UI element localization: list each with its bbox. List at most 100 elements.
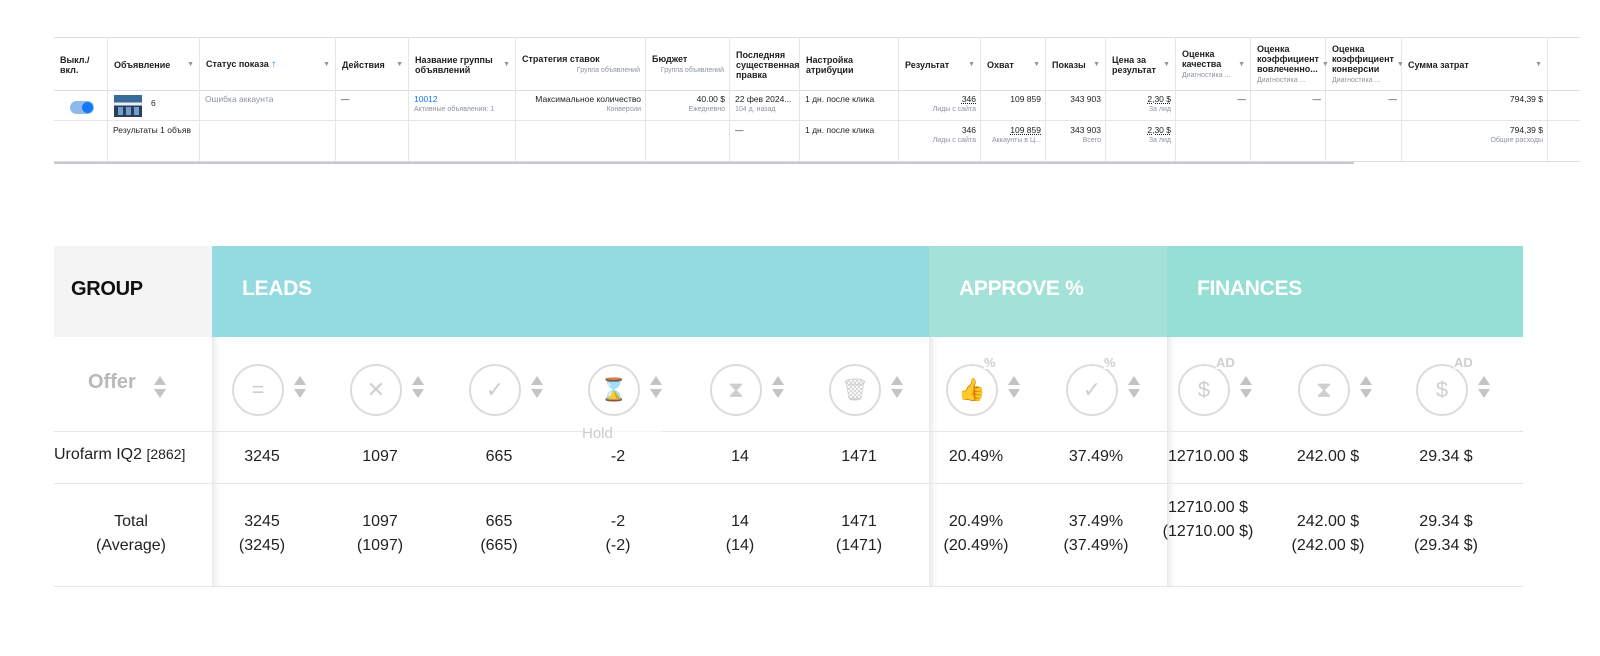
summary-impressions: 343 903 xyxy=(1070,125,1101,135)
bid-strategy-cell: Максимальное количество Конверсии xyxy=(516,90,646,115)
header-engagement[interactable]: Оценка коэффициент вовлеченно... Диагност… xyxy=(1251,37,1329,89)
sort-icon[interactable] xyxy=(154,376,166,400)
summary-last-edit: — xyxy=(735,125,744,135)
cpr-value[interactable]: 2,30 $ xyxy=(1147,94,1171,104)
sort-icon[interactable] xyxy=(412,376,424,400)
header-status[interactable]: Статус показа ↑ ▼ xyxy=(200,37,336,89)
offer-name-cell[interactable]: Urofarm IQ2 [2862] xyxy=(54,446,185,464)
row-value: 1471 xyxy=(841,448,877,465)
icon-badge: % xyxy=(984,355,996,370)
sort-icon[interactable] xyxy=(1128,376,1140,400)
row-divider xyxy=(54,483,1523,484)
header-attribution[interactable]: Настройка атрибуции xyxy=(800,37,899,89)
summary-result-sub: Лиды с сайта xyxy=(932,137,976,144)
finances-section-header: FINANCES xyxy=(1167,246,1523,337)
offer-label: Offer xyxy=(88,371,136,393)
sort-icon[interactable] xyxy=(531,376,543,400)
check-percent-icon[interactable]: ✓ xyxy=(1066,364,1118,416)
header-result[interactable]: Результат ▼ xyxy=(899,37,981,89)
thumb-percent-icon[interactable]: 👍 xyxy=(946,364,998,416)
total-sum: 37.49% xyxy=(1068,513,1124,530)
dollar-ad-icon[interactable]: $ xyxy=(1178,364,1230,416)
chevron-down-icon[interactable]: ▼ xyxy=(1163,60,1170,70)
hourglass-crossed-icon[interactable]: ⌛ xyxy=(588,364,640,416)
trash-icon[interactable]: 🗑 xyxy=(829,364,881,416)
chevron-down-icon[interactable]: ▼ xyxy=(503,60,510,70)
check-icon[interactable]: ✓ xyxy=(469,364,521,416)
total-sum: 12710.00 $ xyxy=(1167,499,1249,516)
ad-toggle[interactable] xyxy=(70,101,94,114)
hourglass-money-icon[interactable]: ⧗ xyxy=(1298,364,1350,416)
sort-icon[interactable] xyxy=(1240,376,1252,400)
summary-result-cell: 346 Лиды с сайта xyxy=(899,121,981,146)
sort-icon[interactable] xyxy=(891,376,903,400)
total-value: 665 (665) xyxy=(439,510,559,558)
total-sum: 29.34 $ xyxy=(1419,513,1473,530)
total-value: 20.49% (20.49%) xyxy=(916,510,1036,558)
budget-sub: Ежедневно xyxy=(688,106,725,113)
cross-icon[interactable]: ✕ xyxy=(350,364,402,416)
bid-strategy-value: Максимальное количество xyxy=(535,94,641,104)
header-toggle[interactable]: Выкл./вкл. xyxy=(54,37,108,89)
icon-glyph: ⧗ xyxy=(1316,377,1332,402)
sort-icon[interactable] xyxy=(1478,376,1490,400)
budget-value: 40.00 $ xyxy=(696,94,725,104)
header-conversion[interactable]: Оценка коэффициент конверсии Диагностика … xyxy=(1326,37,1404,89)
group-header[interactable]: GROUP xyxy=(54,246,212,337)
sort-icon[interactable] xyxy=(1008,376,1020,400)
result-value[interactable]: 346 xyxy=(962,94,976,104)
total-value: 1097 (1097) xyxy=(320,510,440,558)
header-spend[interactable]: Сумма затрат ▼ xyxy=(1402,37,1548,89)
icon-glyph: $ xyxy=(1435,377,1449,402)
dollar-ad-icon[interactable]: $ xyxy=(1416,364,1468,416)
header-cost-per-result[interactable]: Цена за результат ▼ xyxy=(1106,37,1176,89)
chevron-down-icon[interactable]: ▼ xyxy=(323,60,330,70)
adset-cell: 10012 Активные объявления: 1 xyxy=(409,90,516,115)
engagement-value: — xyxy=(1312,94,1322,104)
header-label: Оценка коэффициент вовлеченно... xyxy=(1257,43,1319,74)
header-ad[interactable]: Объявление ▼ xyxy=(108,37,200,89)
sort-icon[interactable] xyxy=(294,376,306,400)
offer-column-header[interactable]: Offer xyxy=(88,371,136,394)
header-impressions[interactable]: Показы ▼ xyxy=(1046,37,1106,89)
header-budget[interactable]: Бюджет Группа объявлений xyxy=(646,37,730,89)
header-adset-name[interactable]: Название группы объявлений ▼ xyxy=(409,37,516,89)
sort-icon[interactable] xyxy=(772,376,784,400)
equals-icon[interactable]: = xyxy=(232,364,284,416)
sort-icon[interactable] xyxy=(650,376,662,400)
chevron-down-icon[interactable]: ▼ xyxy=(968,60,975,70)
header-sublabel: Группа объявлений xyxy=(576,66,640,74)
header-label: Статус показа xyxy=(206,59,269,69)
icon-glyph: = xyxy=(251,377,265,402)
chevron-down-icon[interactable]: ▼ xyxy=(396,60,403,70)
adset-link[interactable]: 10012 xyxy=(414,94,438,104)
sort-icon[interactable] xyxy=(1360,376,1372,400)
summary-reach[interactable]: 109 859 xyxy=(1010,125,1041,135)
summary-cpr[interactable]: 2,30 $ xyxy=(1147,125,1171,135)
header-label: Объявление xyxy=(114,59,171,70)
row-value: 20.49% xyxy=(948,448,1004,465)
chevron-down-icon[interactable]: ▼ xyxy=(1238,60,1245,70)
horizontal-scrollbar[interactable] xyxy=(54,162,1354,164)
header-last-edit[interactable]: Последняя существенная правка xyxy=(730,37,800,89)
header-label: Цена за результат xyxy=(1112,54,1156,75)
header-actions[interactable]: Действия ▼ xyxy=(336,37,409,89)
chevron-down-icon[interactable]: ▼ xyxy=(1093,60,1100,70)
header-reach[interactable]: Охват ▼ xyxy=(981,37,1046,89)
chevron-down-icon[interactable]: ▼ xyxy=(1033,60,1040,70)
icon-badge: AD xyxy=(1216,355,1235,370)
total-value: 1471 (1471) xyxy=(799,510,919,558)
ad-count: 6 xyxy=(151,98,156,108)
header-label: Выкл./вкл. xyxy=(60,54,90,75)
sort-up-icon[interactable]: ↑ xyxy=(271,59,276,70)
header-bid-strategy[interactable]: Стратегия ставок Группа объявлений xyxy=(516,37,646,89)
chevron-down-icon[interactable]: ▼ xyxy=(187,60,194,70)
total-average: (1097) xyxy=(356,537,404,554)
chevron-down-icon[interactable]: ▼ xyxy=(1535,60,1542,70)
total-average: (20.49%) xyxy=(943,537,1009,554)
approve-section-label: APPROVE % xyxy=(959,277,1084,300)
hourglass-icon[interactable]: ⧗ xyxy=(710,364,762,416)
total-average: (242.00 $) xyxy=(1291,537,1365,554)
header-quality[interactable]: Оценка качества Диагностика ... ▼ xyxy=(1176,37,1251,89)
ad-thumbnail[interactable] xyxy=(114,95,142,117)
